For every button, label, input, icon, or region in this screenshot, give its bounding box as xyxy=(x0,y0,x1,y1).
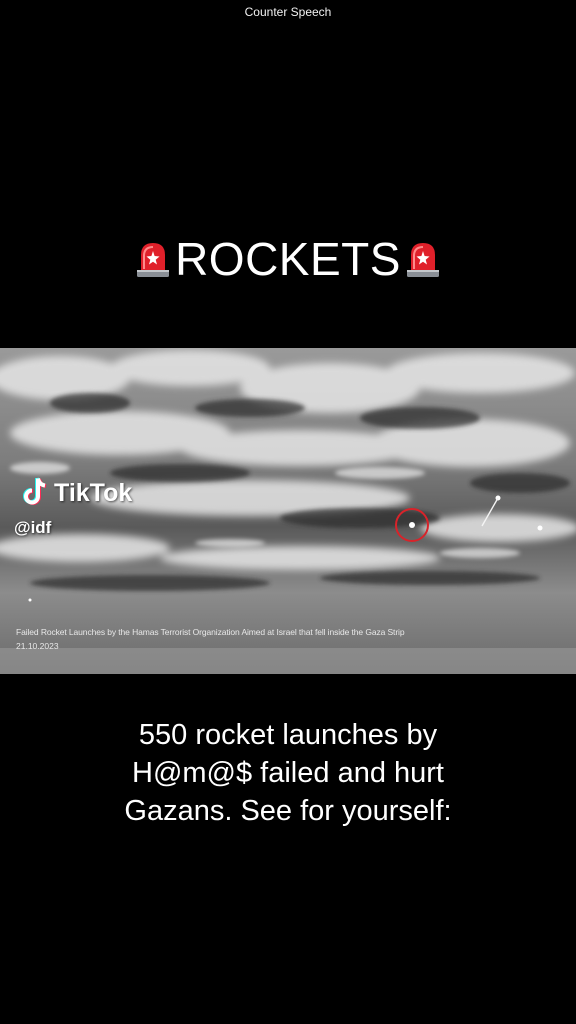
top-label: Counter Speech xyxy=(244,5,332,19)
tiktok-watermark: TikTok xyxy=(16,474,132,513)
tiktok-wordmark: TikTok xyxy=(54,479,133,507)
headline-text: ROCKETS xyxy=(175,233,401,285)
siren-icon xyxy=(133,239,173,279)
body-line: 550 rocket launches by xyxy=(138,719,438,751)
body-line: Gazans. See for yourself: xyxy=(124,795,452,827)
target-circle-icon xyxy=(395,508,429,542)
body-line: H@m@$ failed and hurt xyxy=(132,757,444,789)
creator-handle[interactable]: @idf xyxy=(14,518,51,538)
body-text: 550 rocket launches by H@m@$ failed and … xyxy=(0,716,576,830)
video-date: 21.10.2023 xyxy=(16,641,59,651)
tiktok-logo-icon xyxy=(16,474,50,513)
video-caption: Failed Rocket Launches by the Hamas Terr… xyxy=(16,627,405,637)
headline: ROCKETS xyxy=(0,232,576,286)
siren-icon xyxy=(403,239,443,279)
